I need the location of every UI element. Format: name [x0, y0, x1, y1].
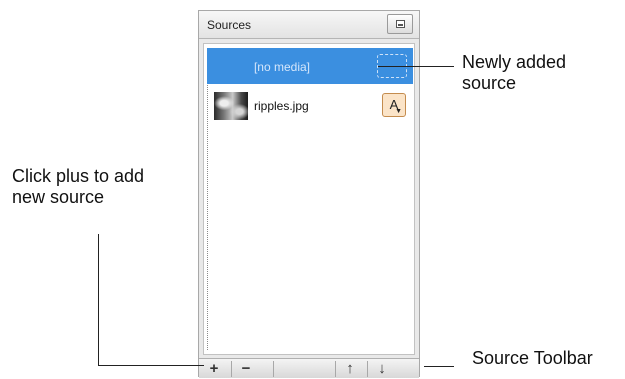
- toolbar-divider: [335, 361, 336, 377]
- callout-text: Click plus to add: [12, 166, 145, 186]
- callout-line-add-vertical: [98, 234, 99, 366]
- callout-line-new-source: [378, 66, 454, 67]
- move-up-button[interactable]: ↑: [339, 359, 361, 379]
- source-item[interactable]: ripples.jpg A ▼: [207, 89, 413, 123]
- callout-add-source: Click plus to add new source: [12, 166, 144, 208]
- callout-line-add-horizontal: [98, 365, 204, 366]
- callout-text: Newly added: [462, 52, 567, 72]
- image-thumbnail: [214, 92, 248, 120]
- toolbar-divider: [231, 361, 232, 377]
- toolbar-divider: [273, 361, 274, 377]
- panel-menu-button[interactable]: [387, 14, 413, 34]
- source-option-button[interactable]: A ▼: [382, 93, 406, 117]
- add-source-button[interactable]: +: [203, 359, 225, 379]
- callout-text: source: [462, 73, 517, 93]
- panel-header: Sources: [199, 11, 419, 39]
- callout-toolbar: Source Toolbar: [472, 348, 593, 368]
- move-down-button[interactable]: ↓: [371, 359, 393, 379]
- source-toolbar: + − ↑ ↓: [199, 358, 419, 378]
- callout-text: new source: [12, 187, 105, 207]
- source-item-label: [no media]: [253, 60, 311, 74]
- dropdown-arrow-icon: ▼: [395, 108, 402, 115]
- source-list[interactable]: [no media] ripples.jpg A ▼: [203, 43, 415, 355]
- toolbar-divider: [367, 361, 368, 377]
- callout-line-toolbar: [424, 366, 454, 367]
- source-item-label: ripples.jpg: [254, 99, 309, 113]
- callout-new-source: Newly added source: [462, 52, 566, 94]
- panel-title: Sources: [207, 18, 252, 32]
- panel-menu-icon: [396, 20, 405, 28]
- remove-source-button[interactable]: −: [235, 359, 257, 379]
